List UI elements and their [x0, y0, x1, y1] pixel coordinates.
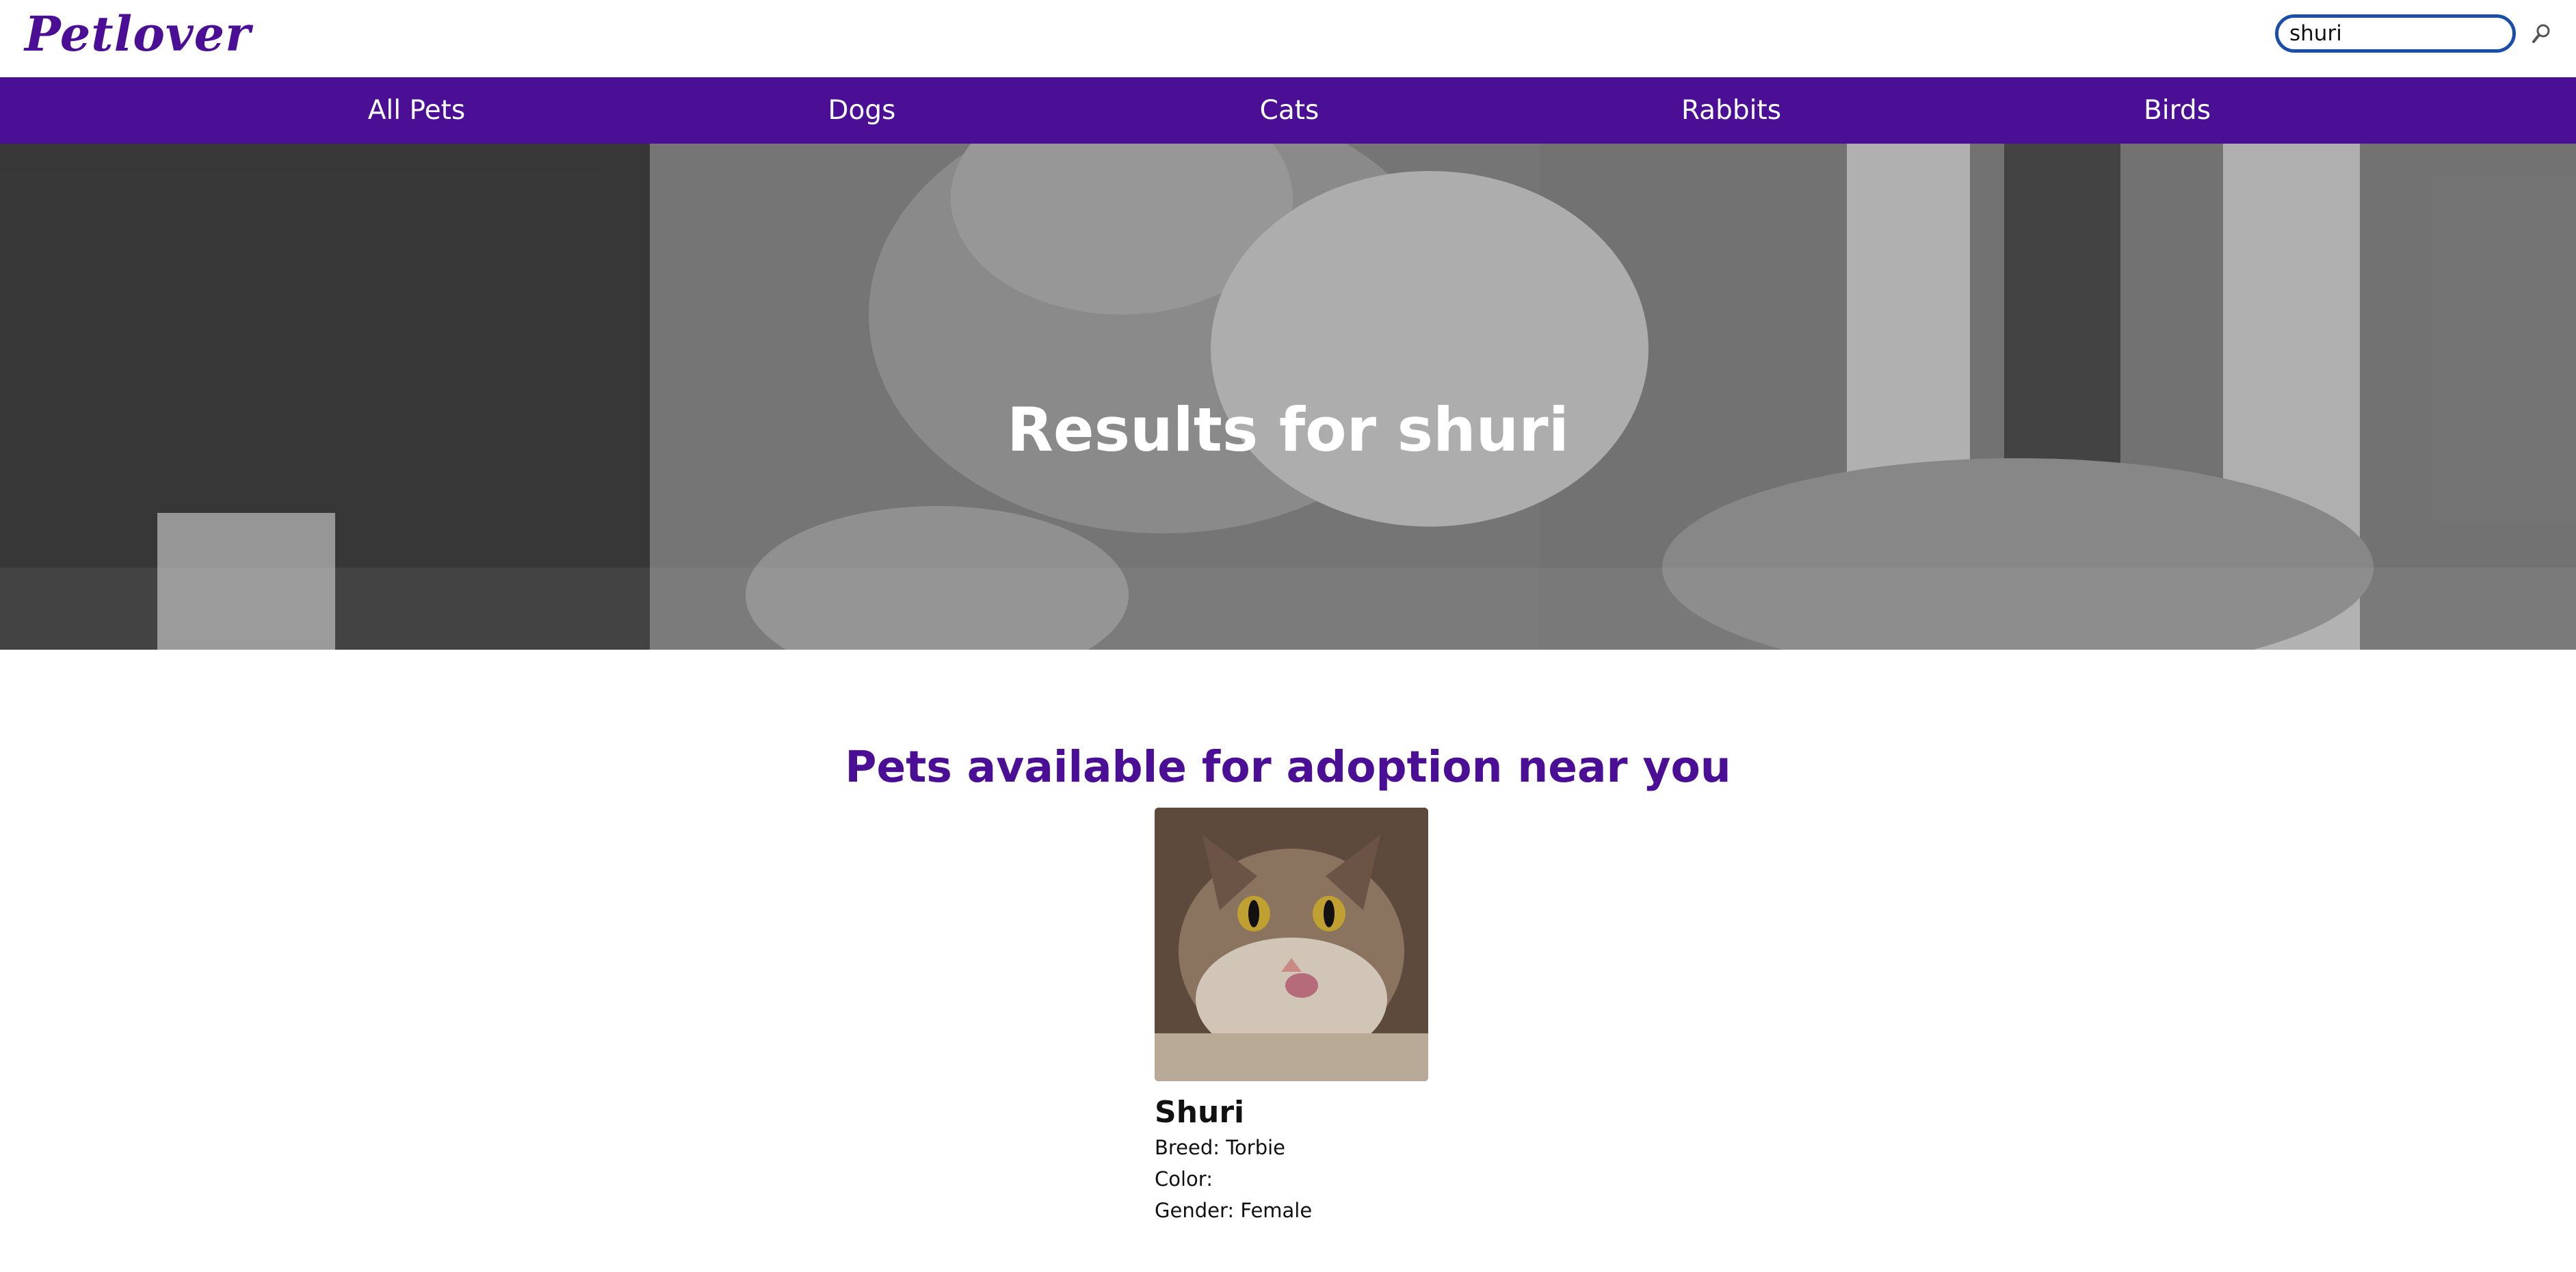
site-header: Petlover	[0, 0, 2576, 77]
pet-photo[interactable]	[1155, 808, 1428, 1081]
search-box	[2275, 14, 2516, 53]
pet-card[interactable]: Shuri Breed: Torbie Color: Gender: Femal…	[1155, 808, 1428, 1226]
section-title: Pets available for adoption near you	[845, 742, 1731, 793]
pet-color: Color:	[1155, 1167, 1213, 1191]
nav-item-dogs[interactable]: Dogs	[828, 77, 896, 144]
search-icon[interactable]	[2531, 21, 2551, 46]
nav-item-cats[interactable]: Cats	[1260, 77, 1319, 144]
brand-logo[interactable]: Petlover	[25, 1, 251, 67]
nav-item-rabbits[interactable]: Rabbits	[1681, 77, 1781, 144]
hero-banner: Results for shuri	[0, 144, 2576, 650]
main-nav: All Pets Dogs Cats Rabbits Birds	[0, 77, 2576, 144]
pet-breed: Breed: Torbie	[1155, 1136, 1286, 1159]
pet-name[interactable]: Shuri	[1155, 1094, 1428, 1132]
search-input[interactable]	[2275, 14, 2516, 53]
hero-title: Results for shuri	[1007, 394, 1569, 465]
nav-item-birds[interactable]: Birds	[2144, 77, 2211, 144]
pet-gender: Gender: Female	[1155, 1199, 1313, 1222]
nav-item-all-pets[interactable]: All Pets	[368, 77, 465, 144]
